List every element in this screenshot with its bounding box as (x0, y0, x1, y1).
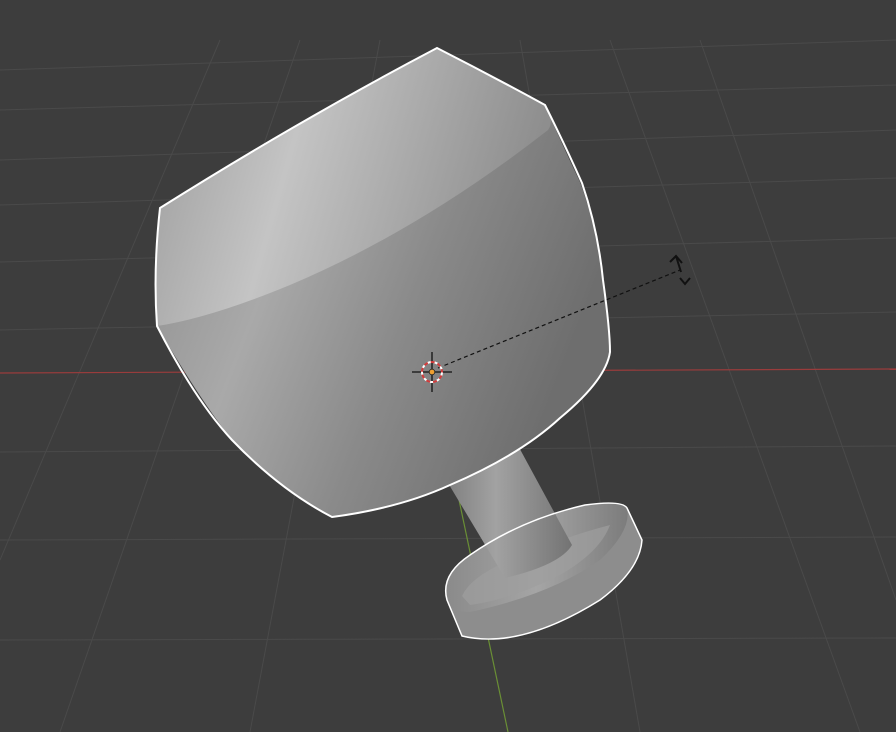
3d-viewport[interactable] (0, 0, 896, 732)
viewport-canvas[interactable] (0, 0, 896, 732)
wine-glass-object[interactable] (154, 46, 643, 640)
rotate-arrows-icon[interactable] (669, 254, 691, 286)
